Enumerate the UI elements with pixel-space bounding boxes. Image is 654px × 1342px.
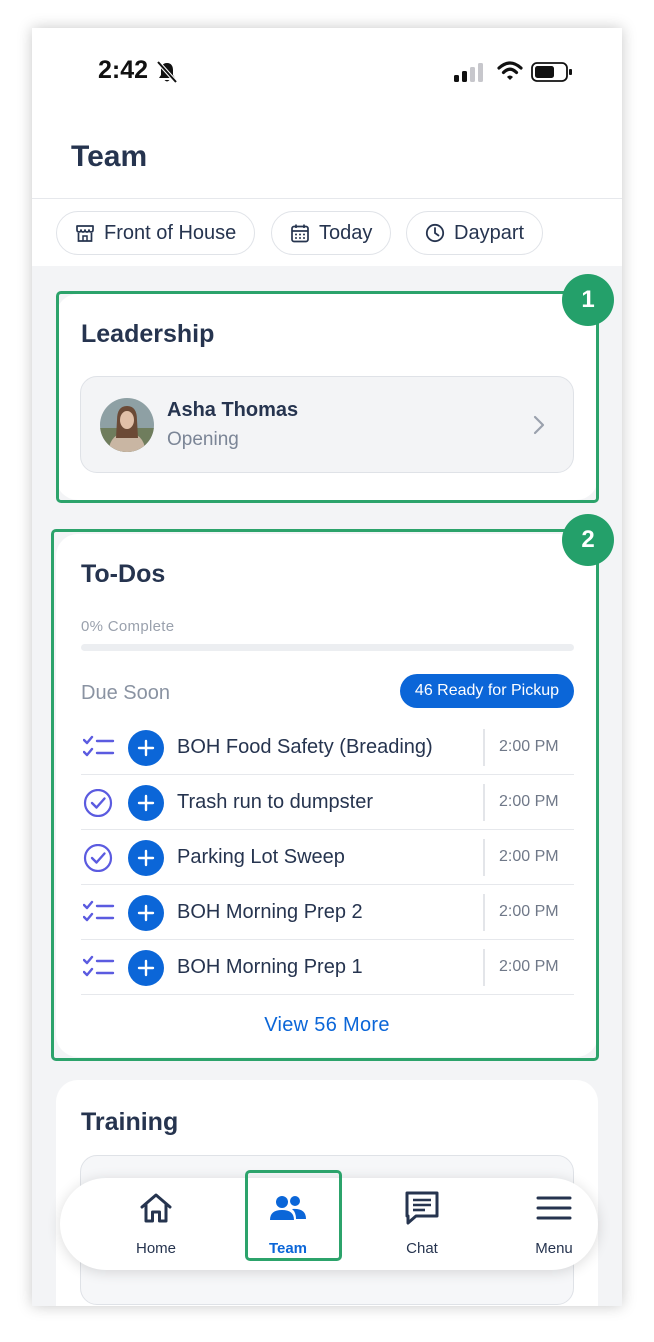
nav-home[interactable]: Home [96,1178,216,1270]
header: 2:42 Team Front of House Today Daypart [32,28,622,266]
todo-item[interactable]: Parking Lot Sweep 2:00 PM [81,830,574,885]
filter-today[interactable]: Today [271,211,392,255]
nav-label: Home [135,1240,176,1257]
due-soon-label: Due Soon [81,682,170,704]
clock-icon [425,223,445,243]
status-bar: 2:42 [32,28,622,118]
avatar [100,398,154,452]
chevron-right-icon [533,415,545,435]
home-icon [140,1193,172,1223]
nav-chat[interactable]: Chat [362,1178,482,1270]
todo-time: 2:00 PM [499,793,559,810]
leadership-person[interactable]: Asha Thomas Opening [80,376,574,473]
todo-time: 2:00 PM [499,903,559,920]
plus-icon [137,904,155,922]
plus-icon [137,849,155,867]
todo-item[interactable]: BOH Morning Prep 1 2:00 PM [81,940,574,995]
bell-muted-icon [156,60,178,84]
todo-item[interactable]: BOH Food Safety (Breading) 2:00 PM [81,720,574,775]
person-name: Asha Thomas [167,399,299,421]
check-circle-icon [83,844,113,872]
leadership-card: Leadership Asha Thomas Opening [56,294,598,500]
store-icon [76,225,94,242]
check-circle-icon [83,789,113,817]
todo-divider [483,894,485,931]
filter-label: Front of House [104,221,237,244]
checklist-icon [83,955,115,977]
plus-icon [137,739,155,757]
nav-label: Team [268,1240,308,1257]
nav-label: Menu [535,1240,573,1257]
nav-team[interactable]: Team [228,1178,348,1270]
progress-bar [81,644,574,651]
view-more-link[interactable]: View 56 More [56,1014,598,1037]
chat-icon [405,1191,439,1225]
filter-label: Today [319,221,373,244]
leadership-title: Leadership [81,320,215,348]
todo-divider [483,949,485,986]
todo-label: Parking Lot Sweep [177,846,345,868]
header-divider [32,198,622,199]
filter-daypart[interactable]: Daypart [406,211,544,255]
pickup-badge[interactable]: 46 Ready for Pickup [399,674,574,708]
menu-icon [536,1196,572,1220]
nav-menu[interactable]: Menu [494,1178,614,1270]
page-title: Team [71,140,148,173]
bottom-nav: Home Team Chat Menu [60,1170,598,1270]
filter-label: Daypart [454,221,525,244]
todo-label: BOH Food Safety (Breading) [177,736,433,758]
annotation-badge-2: 2 [562,514,614,566]
training-title: Training [81,1108,179,1136]
add-button[interactable] [128,840,164,876]
todos-title: To-Dos [81,560,166,588]
plus-icon [137,794,155,812]
todo-item[interactable]: Trash run to dumpster 2:00 PM [81,775,574,830]
team-icon [270,1196,306,1220]
add-button[interactable] [128,730,164,766]
annotation-badge-1: 1 [562,274,614,326]
nav-label: Chat [406,1240,438,1257]
wifi-icon [497,61,523,80]
todo-item[interactable]: BOH Morning Prep 2 2:00 PM [81,885,574,940]
battery-icon [531,62,572,82]
filter-front-of-house[interactable]: Front of House [56,211,256,255]
checklist-icon [83,735,115,757]
signal-icon [454,63,483,82]
todos-card: To-Dos 0% Complete Due Soon 46 Ready for… [56,534,598,1057]
todo-divider [483,839,485,876]
calendar-icon [291,224,309,243]
todo-time: 2:00 PM [499,738,559,755]
add-button[interactable] [128,950,164,986]
todo-label: Trash run to dumpster [177,791,374,813]
todo-label: BOH Morning Prep 1 [177,956,363,978]
todo-label: BOH Morning Prep 2 [177,901,363,923]
todo-divider [483,729,485,766]
progress-text: 0% Complete [81,618,175,635]
checklist-icon [83,900,115,922]
plus-icon [137,959,155,977]
person-role: Opening [167,429,239,450]
todo-time: 2:00 PM [499,848,559,865]
phone-screen: 2:42 Team Front of House Today Daypart L… [32,28,622,1306]
todo-divider [483,784,485,821]
todo-time: 2:00 PM [499,958,559,975]
add-button[interactable] [128,895,164,931]
status-time: 2:42 [98,56,149,84]
add-button[interactable] [128,785,164,821]
